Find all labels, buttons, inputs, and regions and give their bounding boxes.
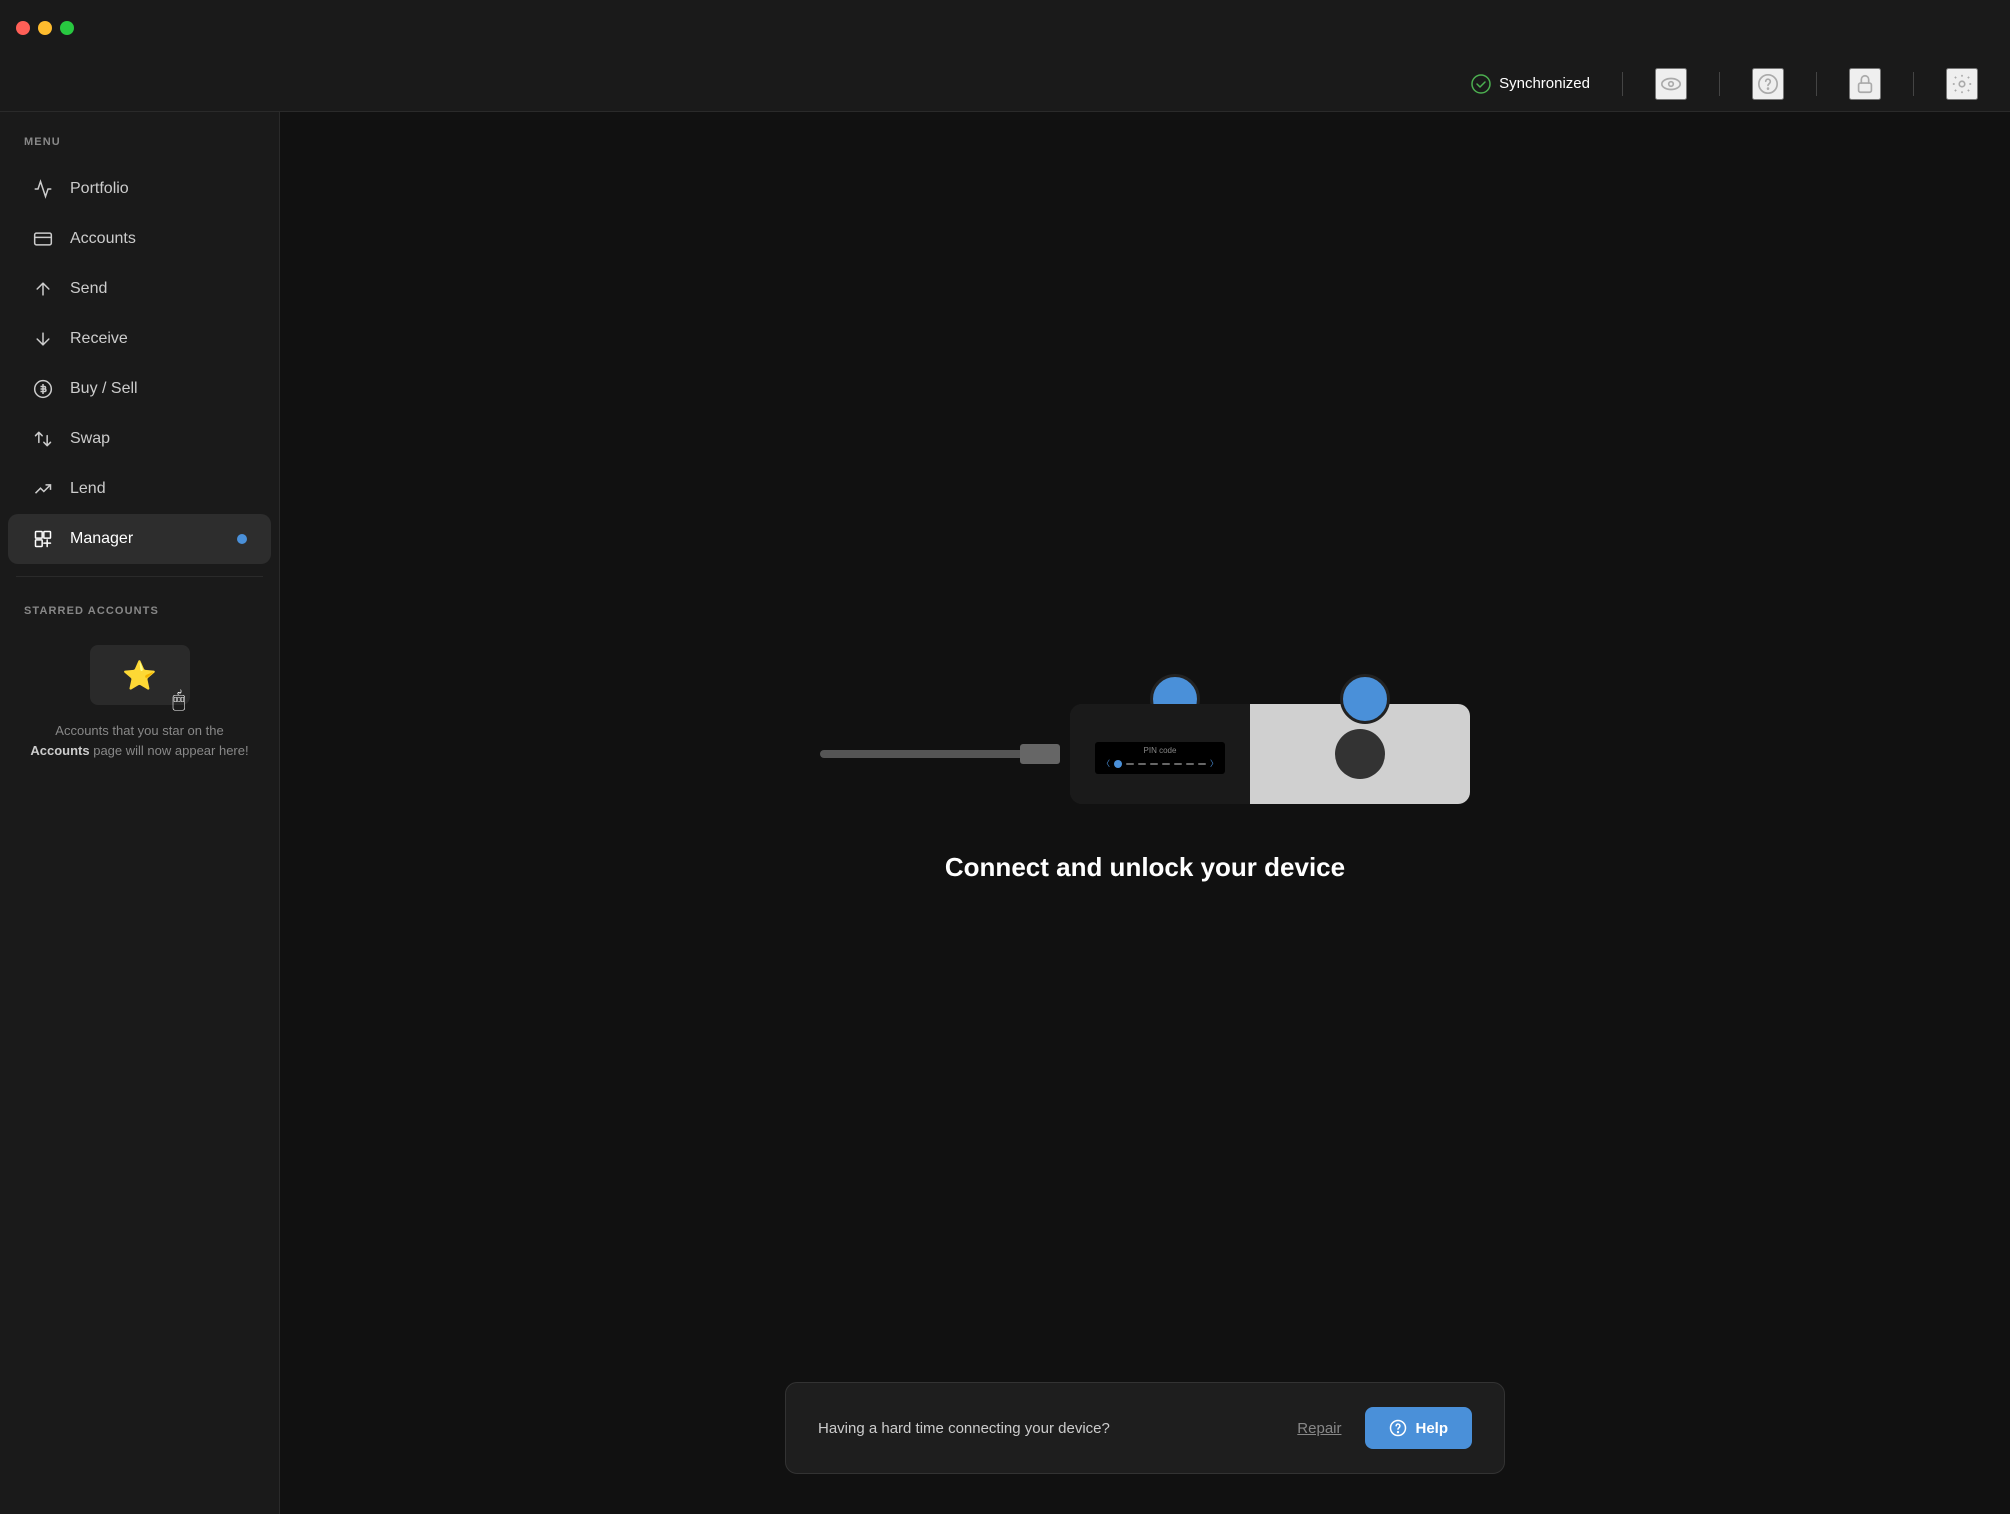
- help-label: Help: [1415, 1420, 1448, 1437]
- receive-icon: [32, 328, 54, 350]
- manager-label: Manager: [70, 530, 221, 548]
- sidebar-item-receive[interactable]: Receive: [8, 314, 271, 364]
- close-button[interactable]: [16, 21, 30, 35]
- help-circle-icon: [1757, 73, 1779, 95]
- lend-label: Lend: [70, 480, 247, 498]
- header-bar: Synchronized: [0, 56, 2010, 112]
- traffic-lights: [16, 21, 74, 35]
- sidebar-item-portfolio[interactable]: Portfolio: [8, 164, 271, 214]
- receive-label: Receive: [70, 330, 247, 348]
- pin-dash-5: [1174, 763, 1182, 765]
- repair-link[interactable]: Repair: [1297, 1420, 1341, 1437]
- starred-desc-part2: page will now appear here!: [90, 743, 249, 758]
- pin-dots: 〈 〉: [1102, 758, 1218, 769]
- minimize-button[interactable]: [38, 21, 52, 35]
- sidebar-item-accounts[interactable]: Accounts: [8, 214, 271, 264]
- swap-label: Swap: [70, 430, 247, 448]
- maximize-button[interactable]: [60, 21, 74, 35]
- accounts-label: Accounts: [70, 230, 247, 248]
- bottom-bar-text: Having a hard time connecting your devic…: [818, 1420, 1110, 1437]
- manager-icon: [32, 528, 54, 550]
- pin-dash-4: [1162, 763, 1170, 765]
- ledger-screen-area: PIN code 〈 〉: [1070, 704, 1250, 804]
- usb-cable: [820, 750, 1040, 758]
- sidebar-item-send[interactable]: Send: [8, 264, 271, 314]
- sync-check-icon: [1471, 74, 1491, 94]
- pin-dash-2: [1138, 763, 1146, 765]
- portfolio-label: Portfolio: [70, 180, 247, 198]
- eye-button[interactable]: [1655, 68, 1687, 100]
- pin-dash-6: [1186, 763, 1194, 765]
- lend-icon: [32, 478, 54, 500]
- sidebar: MENU Portfolio Accounts: [0, 112, 280, 1514]
- ledger-button-right: [1340, 674, 1390, 724]
- bottom-bar-right: Repair Help: [1297, 1407, 1472, 1449]
- pin-code-label: PIN code: [1144, 746, 1177, 755]
- star-icon: ⭐: [122, 659, 157, 692]
- lock-button[interactable]: [1849, 68, 1881, 100]
- sync-label: Synchronized: [1499, 75, 1590, 92]
- send-label: Send: [70, 280, 247, 298]
- usb-plug: [1020, 744, 1060, 764]
- sidebar-item-manager[interactable]: Manager: [8, 514, 271, 564]
- separator-3: [1816, 72, 1817, 96]
- lock-icon: [1854, 73, 1876, 95]
- sidebar-item-swap[interactable]: Swap: [8, 414, 271, 464]
- main-layout: MENU Portfolio Accounts: [0, 112, 2010, 1514]
- swap-icon: [32, 428, 54, 450]
- device-illustration: PIN code 〈 〉: [820, 704, 1470, 804]
- pin-dash-7: [1198, 763, 1206, 765]
- help-button[interactable]: Help: [1365, 1407, 1472, 1449]
- pin-dash-3: [1150, 763, 1158, 765]
- starred-desc-part1: Accounts that you star on the: [55, 723, 223, 738]
- manager-badge: [237, 534, 247, 544]
- portfolio-icon: [32, 178, 54, 200]
- ledger-circle: [1335, 729, 1385, 779]
- title-bar: [0, 0, 2010, 56]
- menu-label: MENU: [0, 136, 279, 148]
- header-icons: [1655, 68, 1687, 100]
- starred-desc-link: Accounts: [30, 743, 89, 758]
- separator-4: [1913, 72, 1914, 96]
- sidebar-item-lend[interactable]: Lend: [8, 464, 271, 514]
- pin-dash-1: [1126, 763, 1134, 765]
- ledger-device: PIN code 〈 〉: [1070, 704, 1470, 804]
- help-button[interactable]: [1752, 68, 1784, 100]
- send-icon: [32, 278, 54, 300]
- accounts-icon: [32, 228, 54, 250]
- connect-title: Connect and unlock your device: [945, 852, 1345, 883]
- cursor-icon: 🖱: [172, 687, 185, 713]
- bottom-bar: Having a hard time connecting your devic…: [785, 1382, 1505, 1474]
- starred-description: Accounts that you star on the Accounts p…: [24, 721, 255, 760]
- star-card: ⭐ 🖱: [90, 645, 190, 705]
- starred-section: ⭐ 🖱 Accounts that you star on the Accoun…: [0, 629, 279, 776]
- pin-dot-1: [1114, 760, 1122, 768]
- help-circle-icon-btn: [1389, 1419, 1407, 1437]
- device-container: PIN code 〈 〉: [820, 704, 1470, 883]
- eye-icon: [1660, 73, 1682, 95]
- sidebar-item-buy-sell[interactable]: Buy / Sell: [8, 364, 271, 414]
- starred-label: STARRED ACCOUNTS: [0, 589, 279, 629]
- buy-sell-label: Buy / Sell: [70, 380, 247, 398]
- separator-1: [1622, 72, 1623, 96]
- settings-button[interactable]: [1946, 68, 1978, 100]
- separator-2: [1719, 72, 1720, 96]
- sync-status: Synchronized: [1471, 74, 1590, 94]
- main-content: PIN code 〈 〉: [280, 112, 2010, 1514]
- settings-icon: [1951, 73, 1973, 95]
- sidebar-divider: [16, 576, 263, 577]
- buy-sell-icon: [32, 378, 54, 400]
- ledger-screen: PIN code 〈 〉: [1095, 742, 1225, 774]
